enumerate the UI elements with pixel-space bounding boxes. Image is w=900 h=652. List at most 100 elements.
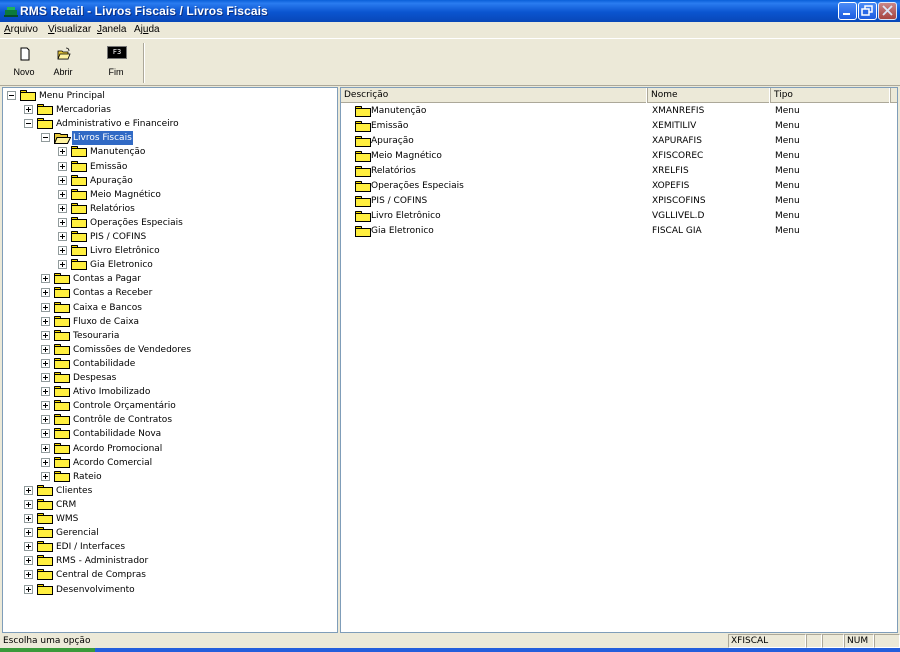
expand-icon[interactable] [24,585,33,594]
tree-node[interactable]: Contas a Receber [3,286,337,300]
expand-icon[interactable] [41,345,50,354]
list-row[interactable]: Manutenção XMANREFIS Menu [341,104,897,119]
expand-icon[interactable] [58,246,67,255]
tree-node[interactable]: CRM [3,498,337,512]
expand-icon[interactable] [41,472,50,481]
tree-node[interactable]: Livro Eletrônico [3,244,337,258]
expand-icon[interactable] [58,147,67,156]
tree-node-label: Operações Especiais [90,218,183,228]
tree-node[interactable]: Controle Orçamentário [3,399,337,413]
close-button[interactable] [878,2,897,20]
menu-janela[interactable]: Janela [97,24,126,35]
expand-icon[interactable] [41,387,50,396]
tree-node[interactable]: Apuração [3,174,337,188]
expand-icon[interactable] [24,486,33,495]
expand-icon[interactable] [24,542,33,551]
expand-icon[interactable] [58,260,67,269]
column-header-tipo[interactable]: Tipo [771,88,891,103]
expand-icon[interactable] [41,444,50,453]
tree-node[interactable]: WMS [3,512,337,526]
tree-node[interactable]: Desenvolvimento [3,583,337,597]
expand-icon[interactable] [41,458,50,467]
tree-node[interactable]: Meio Magnético [3,188,337,202]
restore-button[interactable] [858,2,877,20]
expand-icon[interactable] [41,359,50,368]
tree-node[interactable]: Central de Compras [3,568,337,582]
expand-icon[interactable] [58,176,67,185]
tree-node-livros-fiscais[interactable]: Livros Fiscais [3,131,337,145]
expand-icon[interactable] [41,331,50,340]
tree-node[interactable]: Gerencial [3,526,337,540]
tree-node-label: CRM [56,500,77,510]
list-row[interactable]: Operações Especiais XOPEFIS Menu [341,179,897,194]
tree-node[interactable]: Caixa e Bancos [3,301,337,315]
tree-node[interactable]: Clientes [3,484,337,498]
tree-node[interactable]: EDI / Interfaces [3,540,337,554]
menu-visualizar[interactable]: Visualizar [48,24,91,35]
expand-icon[interactable] [41,401,50,410]
tree-node[interactable]: Acordo Comercial [3,456,337,470]
tree-node[interactable]: Rateio [3,470,337,484]
list-row[interactable]: Emissão XEMITILIV Menu [341,119,897,134]
expand-icon[interactable] [41,373,50,382]
menu-tree[interactable]: Menu Principal Mercadorias Administrativo … [2,87,338,633]
tree-node[interactable]: Tesouraria [3,329,337,343]
tree-node[interactable]: Contas a Pagar [3,272,337,286]
tree-node[interactable]: Manutenção [3,145,337,159]
minimize-button[interactable] [838,2,857,20]
cell-nome: XOPEFIS [652,181,690,191]
tree-node-root[interactable]: Menu Principal [3,89,337,103]
tree-node[interactable]: Emissão [3,160,337,174]
list-row[interactable]: Apuração XAPURAFIS Menu [341,134,897,149]
expand-icon[interactable] [41,303,50,312]
expand-icon[interactable] [58,162,67,171]
tree-node[interactable]: Gia Eletronico [3,258,337,272]
tree-node[interactable]: Despesas [3,371,337,385]
tree-node[interactable]: Acordo Promocional [3,442,337,456]
expand-icon[interactable] [41,429,50,438]
abrir-button[interactable]: Abrir [45,43,81,83]
expand-icon[interactable] [58,218,67,227]
expand-icon[interactable] [24,514,33,523]
expand-icon[interactable] [24,528,33,537]
list-row[interactable]: Livro Eletrônico VGLLIVEL.D Menu [341,209,897,224]
tree-node[interactable]: Fluxo de Caixa [3,315,337,329]
fim-button[interactable]: F3 Fim [98,43,134,83]
tree-node-administrativo[interactable]: Administrativo e Financeiro [3,117,337,131]
expand-icon[interactable] [58,204,67,213]
menu-arquivo[interactable]: Arquivo [4,24,38,35]
tree-node[interactable]: Operações Especiais [3,216,337,230]
tree-node[interactable]: Comissões de Vendedores [3,343,337,357]
tree-node[interactable]: Contabilidade Nova [3,427,337,441]
expand-icon[interactable] [41,274,50,283]
expand-icon[interactable] [24,500,33,509]
tree-node[interactable]: Contabilidade [3,357,337,371]
collapse-icon[interactable] [41,133,50,142]
tree-node-mercadorias[interactable]: Mercadorias [3,103,337,117]
expand-icon[interactable] [41,288,50,297]
column-header-descricao[interactable]: Descrição [341,88,648,103]
tree-node[interactable]: PIS / COFINS [3,230,337,244]
list-row[interactable]: Meio Magnético XFISCOREC Menu [341,149,897,164]
expand-icon[interactable] [58,190,67,199]
expand-icon[interactable] [24,105,33,114]
expand-icon[interactable] [41,317,50,326]
novo-button[interactable]: Novo [6,43,42,83]
list-row[interactable]: Relatórios XRELFIS Menu [341,164,897,179]
tree-node[interactable]: Relatórios [3,202,337,216]
cell-nome: XFISCOREC [652,151,704,161]
tree-node[interactable]: Contrôle de Contratos [3,413,337,427]
expand-icon[interactable] [41,415,50,424]
list-row[interactable]: PIS / COFINS XPISCOFINS Menu [341,194,897,209]
menu-ajuda[interactable]: Ajuda [134,24,160,35]
collapse-icon[interactable] [24,119,33,128]
menu-list-view[interactable]: Descrição Nome Tipo Manutenção XMANREFIS M… [340,87,898,633]
expand-icon[interactable] [24,556,33,565]
column-header-nome[interactable]: Nome [648,88,771,103]
tree-node[interactable]: Ativo Imobilizado [3,385,337,399]
list-row[interactable]: Gia Eletronico FISCAL GIA Menu [341,224,897,239]
collapse-icon[interactable] [7,91,16,100]
expand-icon[interactable] [58,232,67,241]
tree-node[interactable]: RMS - Administrador [3,554,337,568]
expand-icon[interactable] [24,570,33,579]
